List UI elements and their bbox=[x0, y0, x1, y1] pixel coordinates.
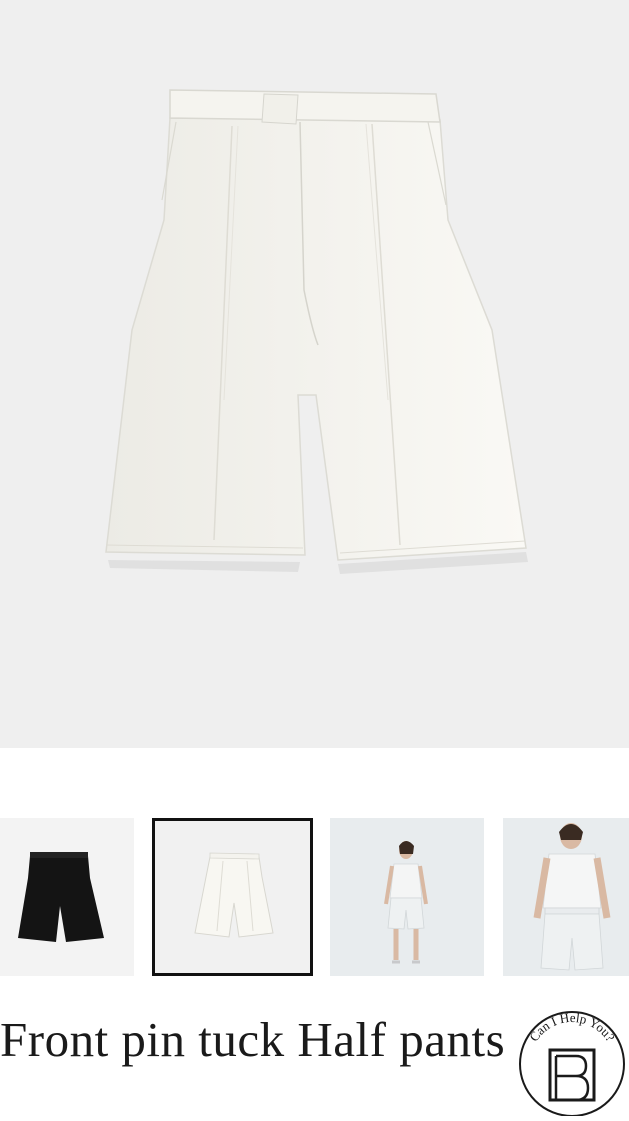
help-chat-button[interactable]: Can I Help You? bbox=[516, 1006, 626, 1117]
model-full-length-thumbnail[interactable] bbox=[330, 818, 484, 976]
main-product-image[interactable] bbox=[0, 0, 629, 748]
thumbnail-strip bbox=[0, 818, 629, 980]
white-half-pants-photo bbox=[105, 89, 528, 574]
white-half-pants-thumbnail[interactable] bbox=[152, 818, 313, 976]
black-half-pants-thumbnail[interactable] bbox=[0, 818, 134, 976]
model-closeup-thumbnail[interactable] bbox=[503, 818, 629, 976]
